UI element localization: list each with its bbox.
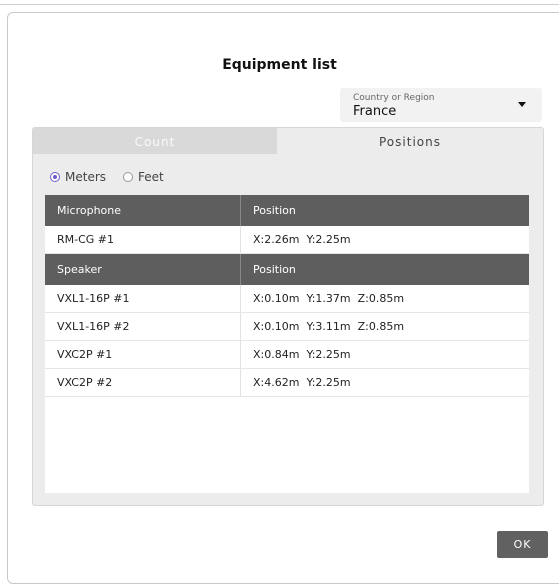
column-divider [240, 254, 241, 285]
table-row[interactable]: VXL1-16P #2 X:0.10m Y:3.11m Z:0.85m [45, 313, 529, 341]
table-row[interactable]: RM-CG #1 X:2.26m Y:2.25m [45, 226, 529, 254]
tab-panel: Count Positions Meters Feet Microphone P… [32, 127, 544, 506]
country-region-label: Country or Region [353, 93, 435, 103]
device-name: VXC2P #2 [57, 376, 113, 389]
device-position: X:0.10m Y:1.37m Z:0.85m [253, 292, 405, 305]
device-position: X:2.26m Y:2.25m [253, 233, 351, 246]
caret-down-icon [518, 102, 526, 107]
device-position: X:0.84m Y:2.25m [253, 348, 351, 361]
positions-table: Microphone Position RM-CG #1 X:2.26m Y:2… [45, 195, 529, 493]
column-divider [240, 369, 241, 396]
device-position: X:4.62m Y:2.25m [253, 376, 351, 389]
device-position: X:0.10m Y:3.11m Z:0.85m [253, 320, 405, 333]
country-region-select[interactable]: Country or Region France [340, 88, 542, 122]
column-divider [240, 226, 241, 253]
radio-feet-label: Feet [138, 170, 164, 184]
tab-count[interactable]: Count [33, 128, 277, 154]
country-region-value: France [353, 104, 397, 119]
ok-button[interactable]: OK [497, 531, 548, 558]
device-name: RM-CG #1 [57, 233, 115, 246]
tab-positions[interactable]: Positions [277, 128, 543, 154]
column-header-position: Position [253, 263, 296, 276]
device-name: VXL1-16P #1 [57, 292, 130, 305]
radio-selected-icon [50, 172, 60, 182]
radio-meters-label: Meters [65, 170, 107, 184]
speaker-header-row: Speaker Position [45, 254, 529, 285]
column-divider [240, 313, 241, 340]
device-name: VXC2P #1 [57, 348, 113, 361]
window-top-border [0, 4, 559, 5]
microphone-header-row: Microphone Position [45, 195, 529, 226]
table-row[interactable]: VXL1-16P #1 X:0.10m Y:1.37m Z:0.85m [45, 285, 529, 313]
table-row[interactable]: VXC2P #1 X:0.84m Y:2.25m [45, 341, 529, 369]
dialog-title: Equipment list [222, 57, 337, 73]
device-name: VXL1-16P #2 [57, 320, 130, 333]
column-divider [240, 285, 241, 312]
table-row[interactable]: VXC2P #2 X:4.62m Y:2.25m [45, 369, 529, 397]
column-divider [240, 195, 241, 226]
column-header-microphone: Microphone [57, 204, 122, 217]
radio-unselected-icon [123, 172, 133, 182]
column-divider [240, 341, 241, 368]
column-header-position: Position [253, 204, 296, 217]
column-header-speaker: Speaker [57, 263, 102, 276]
